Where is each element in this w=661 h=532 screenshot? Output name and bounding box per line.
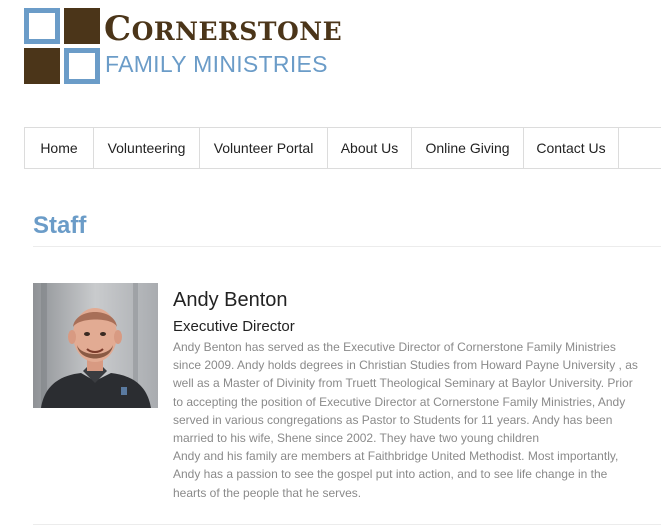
site-logo[interactable]: CORNERSTONE FAMILY MINISTRIES xyxy=(24,8,342,86)
nav-item-volunteer-portal[interactable]: Volunteer Portal xyxy=(199,128,327,168)
staff-bio-line: Andy Benton has served as the Executive … xyxy=(173,340,616,354)
staff-role: Executive Director xyxy=(173,318,295,335)
logo-square-outline-top xyxy=(24,8,60,44)
main-nav: Home Volunteering Volunteer Portal About… xyxy=(24,127,661,169)
nav-item-contact-us[interactable]: Contact Us xyxy=(523,128,619,168)
staff-bio: Andy Benton has served as the Executive … xyxy=(173,338,659,502)
staff-bio-line: Andy and his family are members at Faith… xyxy=(173,449,619,464)
staff-bio-line: served in various congregations as Pasto… xyxy=(173,412,613,427)
logo-title-initial: C xyxy=(104,9,132,49)
nav-item-home[interactable]: Home xyxy=(24,128,93,168)
logo-title: CORNERSTONE xyxy=(104,9,342,49)
staff-bio-line: hearts of the people that he serves. xyxy=(173,485,362,500)
logo-title-rest: ORNERSTONE xyxy=(131,17,343,46)
person-photo-icon xyxy=(33,283,158,408)
page-title: Staff xyxy=(33,212,87,239)
logo-subtitle: FAMILY MINISTRIES xyxy=(105,51,328,77)
staff-bio-line: since 2009. Andy holds degrees in Christ… xyxy=(173,358,638,373)
staff-bio-line: well as a Master of Divinity from Truett… xyxy=(173,376,633,391)
staff-divider xyxy=(33,524,661,525)
logo-mark-icon xyxy=(24,8,102,86)
nav-item-volunteering[interactable]: Volunteering xyxy=(93,128,199,168)
logo-square-solid-top xyxy=(64,8,100,44)
staff-bio-line: Andy has a passion to see the gospel put… xyxy=(173,467,608,482)
staff-bio-line: to accepting the position of Executive D… xyxy=(173,394,626,409)
staff-name: Andy Benton xyxy=(173,289,288,311)
staff-bio-line: married to his wife, Shene since 2002. T… xyxy=(173,431,539,446)
staff-photo xyxy=(33,283,158,408)
nav-item-online-giving[interactable]: Online Giving xyxy=(411,128,523,168)
nav-item-about-us[interactable]: About Us xyxy=(327,128,411,168)
title-divider xyxy=(33,246,661,247)
logo-square-outline-bottom xyxy=(64,48,100,84)
logo-square-solid-bottom xyxy=(24,48,60,84)
